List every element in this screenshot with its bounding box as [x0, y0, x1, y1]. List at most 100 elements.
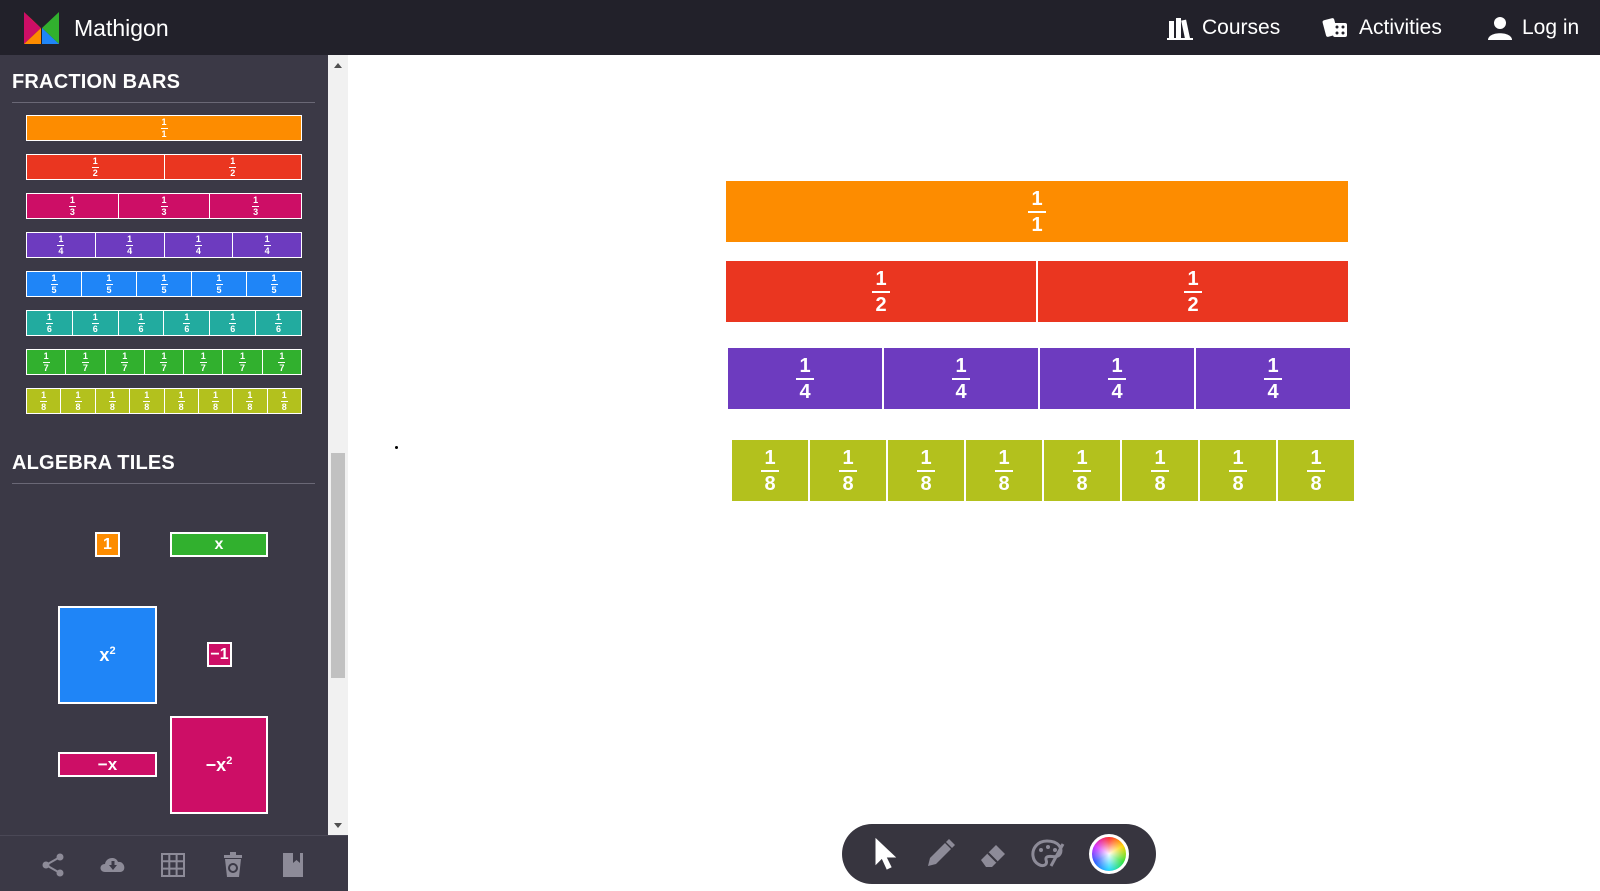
fraction-segment: 14 — [27, 233, 95, 257]
fraction-segment[interactable]: 18 — [1276, 440, 1354, 501]
fraction-label: 17 — [81, 351, 89, 373]
denominator: 6 — [276, 323, 282, 334]
fraction-label: 15 — [270, 273, 278, 295]
fraction-bar-1-1[interactable]: 11 — [26, 115, 302, 141]
numerator: 1 — [127, 233, 133, 244]
fraction-segment[interactable]: 14 — [1194, 348, 1350, 409]
fraction-label: 11 — [1028, 189, 1046, 235]
nav-login-label: Log in — [1522, 16, 1580, 39]
user-icon — [1488, 17, 1512, 40]
fraction-label: 14 — [57, 234, 65, 256]
algebra-tile-neg-x[interactable]: −x — [58, 752, 157, 777]
fraction-label: 18 — [177, 389, 185, 412]
pointer-icon[interactable] — [868, 836, 904, 872]
canvas-fraction-bar-1-1[interactable]: 11 — [726, 181, 1348, 242]
algebra-tile-neg-one[interactable]: −1 — [207, 642, 232, 667]
brand-name[interactable]: Mathigon — [74, 12, 169, 44]
denominator: 8 — [764, 472, 776, 495]
fraction-bar-1-2[interactable]: 1212 — [26, 154, 302, 180]
denominator: 4 — [127, 245, 133, 256]
fraction-label: 12 — [229, 156, 237, 178]
fraction-bar-1-4[interactable]: 14141414 — [26, 232, 302, 258]
nav-courses-link[interactable]: Courses — [1167, 12, 1280, 44]
fraction-segment[interactable]: 14 — [1038, 348, 1194, 409]
mathigon-logo-icon[interactable] — [24, 12, 59, 44]
algebra-tile-neg-x-squared[interactable]: −x 2 — [170, 716, 268, 814]
sidebar-scroll-area[interactable]: FRACTION BARS 11121213131314141414151515… — [0, 55, 328, 835]
fraction-label: 17 — [121, 351, 129, 373]
scroll-up-arrow-icon[interactable] — [328, 55, 348, 75]
denominator: 5 — [216, 284, 222, 295]
grid-icon[interactable] — [158, 850, 188, 880]
denominator: 6 — [184, 323, 190, 334]
fraction-line — [1229, 469, 1247, 472]
cloud-download-icon[interactable] — [98, 850, 128, 880]
color-picker-wheel[interactable] — [1089, 834, 1129, 874]
nav-activities-link[interactable]: Activities — [1322, 12, 1442, 44]
fraction-line — [1307, 469, 1325, 472]
algebra-tile-x[interactable]: x — [170, 532, 268, 557]
palette-icon[interactable] — [1030, 836, 1066, 872]
eraser-icon[interactable] — [976, 836, 1012, 872]
fraction-segment[interactable]: 18 — [1042, 440, 1120, 501]
numerator: 1 — [184, 311, 190, 322]
nav-login-link[interactable]: Log in — [1487, 12, 1579, 44]
workspace-canvas[interactable]: 111212141414141818181818181818 — [348, 55, 1600, 891]
canvas-fraction-bar-1-4[interactable]: 14141414 — [728, 348, 1350, 409]
canvas-fraction-bar-1-8[interactable]: 1818181818181818 — [732, 440, 1354, 501]
fraction-segment: 18 — [266, 389, 301, 413]
fraction-bar-1-3[interactable]: 131313 — [26, 193, 302, 219]
fraction-bar-1-7[interactable]: 17171717171717 — [26, 349, 302, 375]
clear-icon[interactable] — [218, 850, 248, 880]
fraction-bars-heading: FRACTION BARS — [12, 71, 181, 93]
denominator: 2 — [92, 167, 98, 178]
sidebar-scrollbar[interactable] — [328, 55, 348, 835]
fraction-segment: 14 — [232, 233, 301, 257]
pen-icon[interactable] — [922, 836, 958, 872]
algebra-tile-x-squared[interactable]: x2 — [58, 606, 157, 704]
denominator: 7 — [161, 362, 167, 373]
numerator: 1 — [178, 389, 184, 400]
fraction-label: 14 — [796, 356, 814, 402]
fraction-line — [1151, 469, 1169, 472]
fraction-bar-1-6[interactable]: 161616161616 — [26, 310, 302, 336]
fraction-label: 16 — [45, 311, 53, 334]
denominator: 5 — [271, 284, 277, 295]
fraction-label: 13 — [252, 194, 260, 217]
fraction-segment[interactable]: 18 — [886, 440, 964, 501]
fraction-bar-1-5[interactable]: 1515151515 — [26, 271, 302, 297]
fraction-segment[interactable]: 12 — [726, 261, 1036, 322]
scroll-down-arrow-icon[interactable] — [328, 815, 348, 835]
numerator: 1 — [253, 194, 259, 205]
fraction-segment[interactable]: 18 — [808, 440, 886, 501]
fraction-segment[interactable]: 18 — [1198, 440, 1276, 501]
fraction-segment[interactable]: 14 — [882, 348, 1038, 409]
fraction-segment[interactable]: 18 — [964, 440, 1042, 501]
denominator: 7 — [279, 362, 285, 373]
denominator: 1 — [161, 128, 167, 139]
numerator: 1 — [69, 194, 75, 205]
fraction-segment[interactable]: 18 — [1120, 440, 1198, 501]
tile-exponent: 2 — [226, 755, 233, 767]
numerator: 1 — [998, 446, 1010, 469]
denominator: 8 — [842, 472, 854, 495]
numerator: 1 — [276, 311, 282, 322]
fraction-segment[interactable]: 12 — [1036, 261, 1348, 322]
bookmark-icon[interactable] — [278, 850, 308, 880]
algebra-tile-one[interactable]: 1 — [95, 532, 120, 557]
fraction-label: 17 — [278, 351, 286, 373]
fraction-segment[interactable]: 11 — [726, 181, 1348, 242]
scrollbar-thumb[interactable] — [331, 453, 345, 678]
denominator: 7 — [82, 362, 88, 373]
fraction-bar-1-8[interactable]: 1818181818181818 — [26, 388, 302, 414]
canvas-fraction-bar-1-2[interactable]: 1212 — [726, 261, 1348, 322]
fraction-segment: 16 — [255, 311, 301, 335]
fraction-label: 14 — [263, 234, 271, 256]
share-icon[interactable] — [38, 850, 68, 880]
fraction-segment[interactable]: 18 — [732, 440, 808, 501]
numerator: 1 — [46, 311, 52, 322]
nav-courses-label: Courses — [1202, 16, 1281, 39]
fraction-segment: 13 — [27, 194, 118, 218]
numerator: 1 — [955, 354, 967, 377]
fraction-segment[interactable]: 14 — [728, 348, 882, 409]
